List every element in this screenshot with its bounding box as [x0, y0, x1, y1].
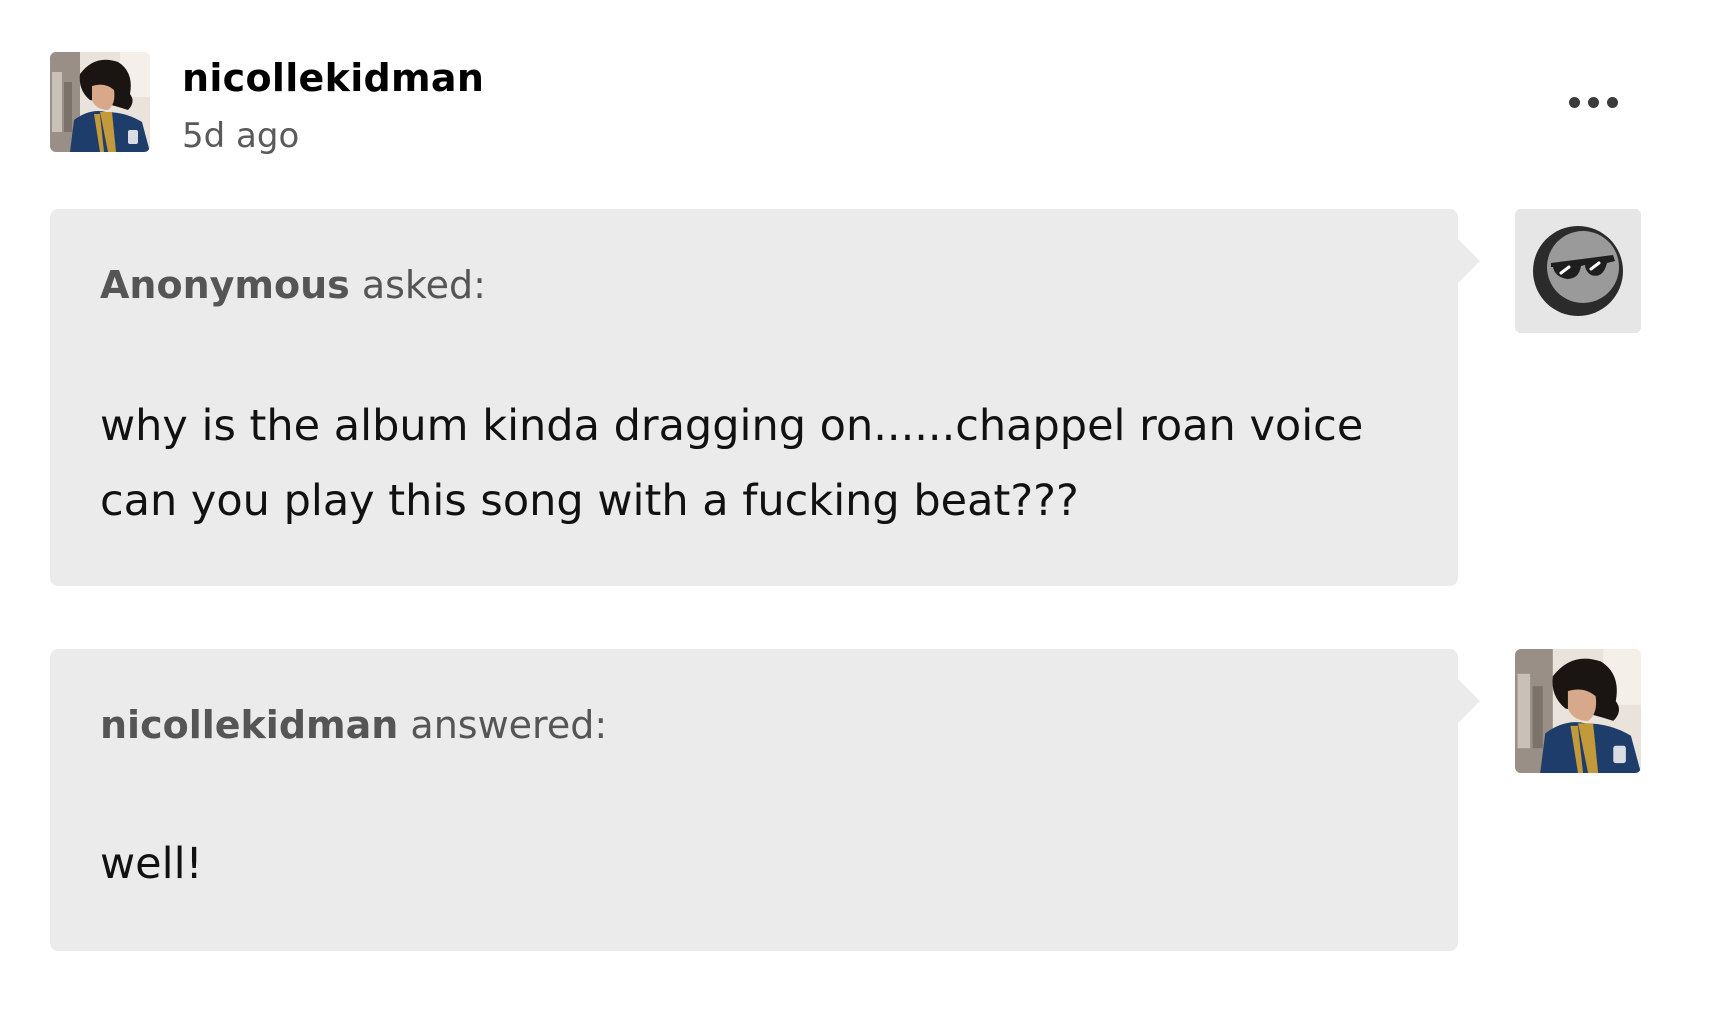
blog-avatar[interactable] — [50, 52, 150, 152]
more-options-button[interactable] — [1558, 80, 1628, 124]
answer-header: nicollekidman answered: — [100, 701, 607, 749]
asker-name: Anonymous — [100, 263, 350, 307]
post-header: nicollekidman 5d ago — [50, 52, 1630, 162]
more-horizontal-icon-dot — [1606, 96, 1618, 108]
answerer-avatar-image — [1515, 649, 1641, 773]
ask-header: Anonymous asked: — [100, 261, 486, 309]
more-horizontal-icon-dot — [1587, 96, 1599, 108]
ask-verb: asked: — [349, 263, 486, 307]
post-meta: nicollekidman 5d ago — [182, 52, 484, 162]
ask-question-text: why is the album kinda dragging on......… — [100, 401, 1364, 526]
more-horizontal-icon — [1568, 96, 1580, 108]
answerer-avatar[interactable] — [1515, 649, 1641, 773]
ask-bubble: Anonymous asked: why is the album kinda … — [50, 209, 1480, 586]
anonymous-sunglasses-icon — [1515, 209, 1641, 333]
blog-avatar-image — [50, 52, 150, 152]
asker-avatar — [1515, 209, 1641, 333]
blog-name-link[interactable]: nicollekidman — [182, 52, 484, 104]
answer-verb: answered: — [398, 703, 608, 747]
answerer-name-link[interactable]: nicollekidman — [100, 703, 398, 747]
answer-bubble: nicollekidman answered: well! — [50, 649, 1480, 951]
answer-text: well! — [100, 839, 203, 889]
post-timestamp[interactable]: 5d ago — [182, 110, 484, 162]
